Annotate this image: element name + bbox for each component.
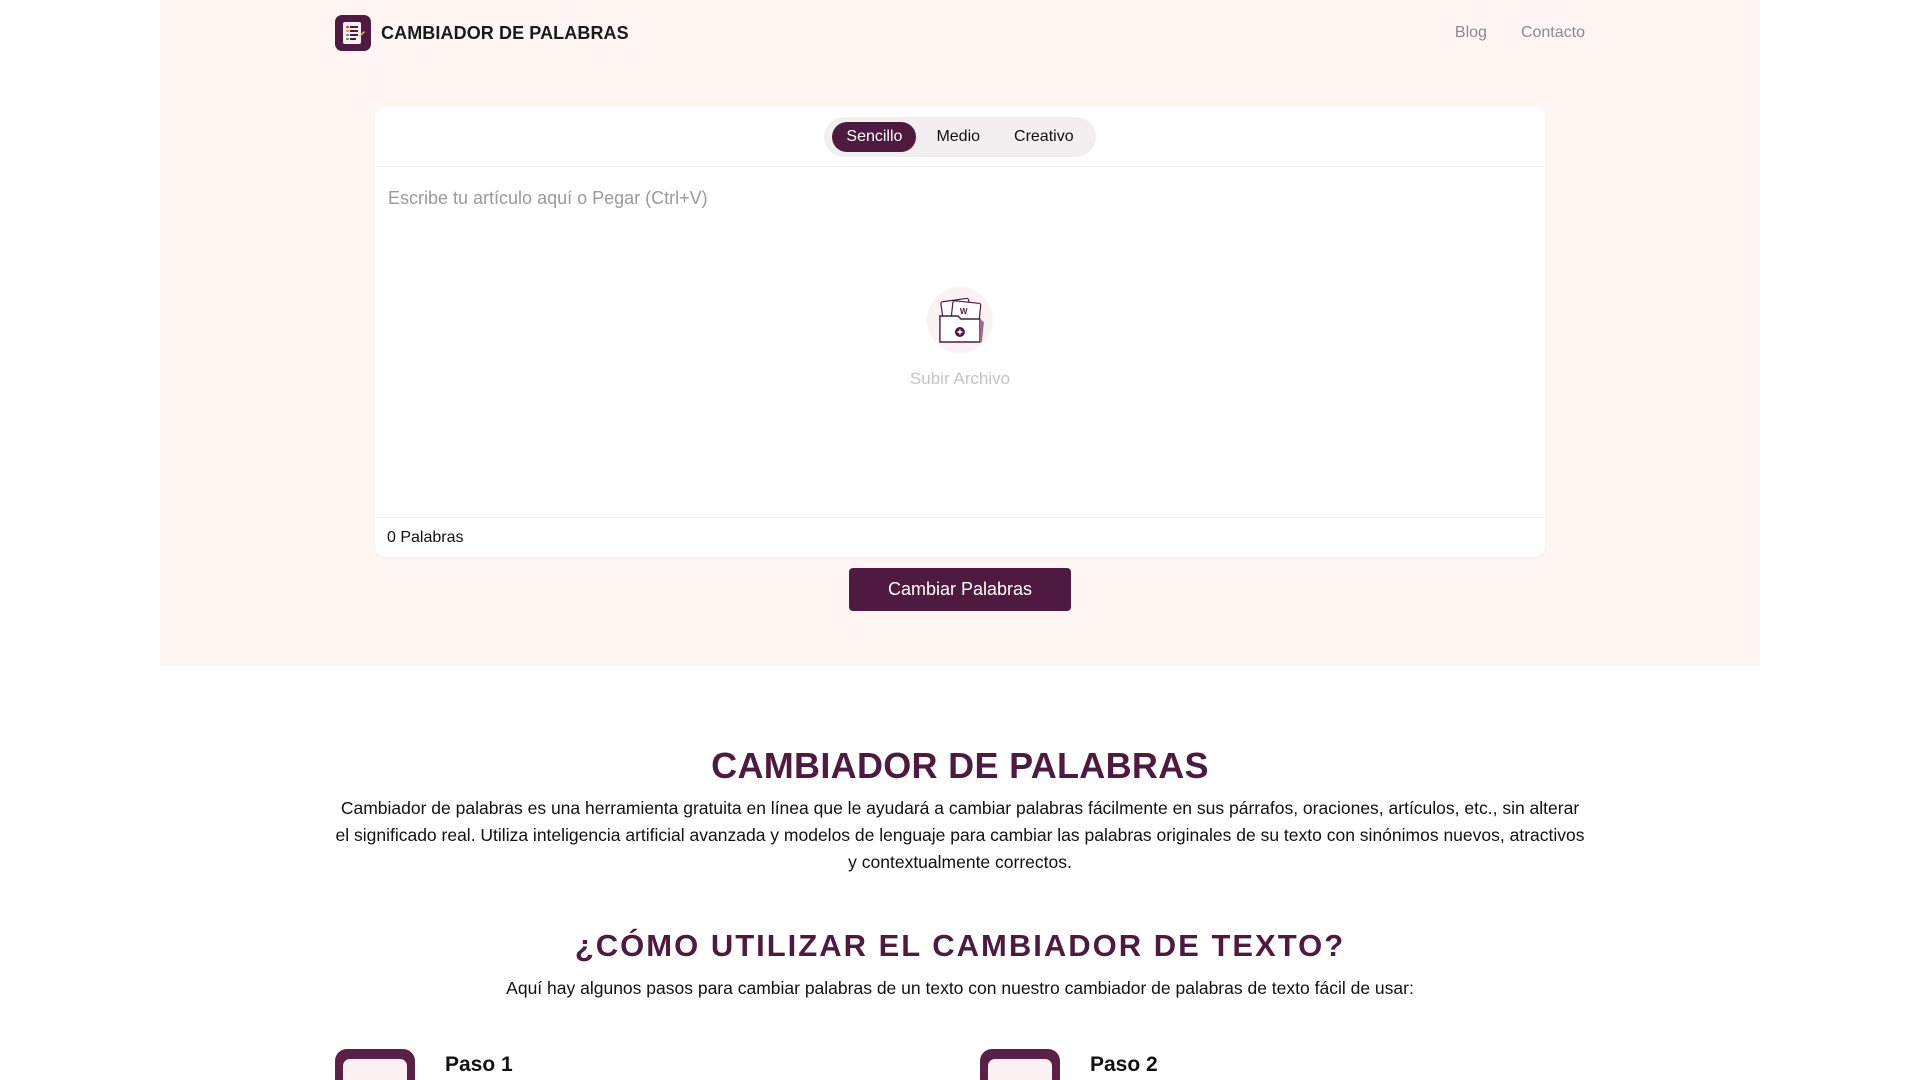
site-header: CAMBIADOR DE PALABRAS Blog Contacto <box>335 14 1585 52</box>
section-intro: Cambiador de palabras es una herramienta… <box>335 798 1585 872</box>
word-count: 0 Palabras <box>387 528 464 546</box>
section-title: CAMBIADOR DE PALABRAS <box>711 745 1209 786</box>
brand-name: CAMBIADOR DE PALABRAS <box>381 22 629 43</box>
mode-switcher: Sencillo Medio Creativo <box>824 116 1096 157</box>
document-icon <box>980 1049 1060 1080</box>
how-to-subtitle: Aquí hay algunos pasos para cambiar pala… <box>506 978 1414 998</box>
steps-list: Paso 1 Paso 2 <box>335 1049 1585 1080</box>
logo-icon <box>335 15 371 51</box>
editor-card: Sencillo Medio Creativo W Subir Archivo … <box>375 107 1545 557</box>
upload-file[interactable]: W Subir Archivo <box>910 287 1010 389</box>
step-item: Paso 2 <box>980 1049 1158 1080</box>
svg-text:W: W <box>960 307 968 316</box>
mode-tab-sencillo[interactable]: Sencillo <box>832 121 917 152</box>
main-nav: Blog Contacto <box>1455 24 1585 42</box>
nav-link-blog[interactable]: Blog <box>1455 24 1487 42</box>
editor-footer: 0 Palabras <box>375 517 1545 557</box>
document-icon <box>335 1049 415 1080</box>
how-to-title: ¿CÓMO UTILIZAR EL CAMBIADOR DE TEXTO? <box>574 928 1346 963</box>
step-item: Paso 1 <box>335 1049 513 1080</box>
step-title: Paso 2 <box>1090 1053 1158 1076</box>
info-section: CAMBIADOR DE PALABRAS Cambiador de palab… <box>335 745 1585 999</box>
upload-folder-icon[interactable]: W <box>926 287 993 353</box>
mode-tab-creativo[interactable]: Creativo <box>1000 122 1088 152</box>
brand[interactable]: CAMBIADOR DE PALABRAS <box>335 15 629 51</box>
step-title: Paso 1 <box>445 1053 513 1076</box>
nav-link-contacto[interactable]: Contacto <box>1521 24 1585 42</box>
change-words-button[interactable]: Cambiar Palabras <box>849 568 1071 611</box>
upload-label[interactable]: Subir Archivo <box>910 369 1010 389</box>
modes-bar: Sencillo Medio Creativo <box>375 107 1545 167</box>
mode-tab-medio[interactable]: Medio <box>922 122 994 152</box>
